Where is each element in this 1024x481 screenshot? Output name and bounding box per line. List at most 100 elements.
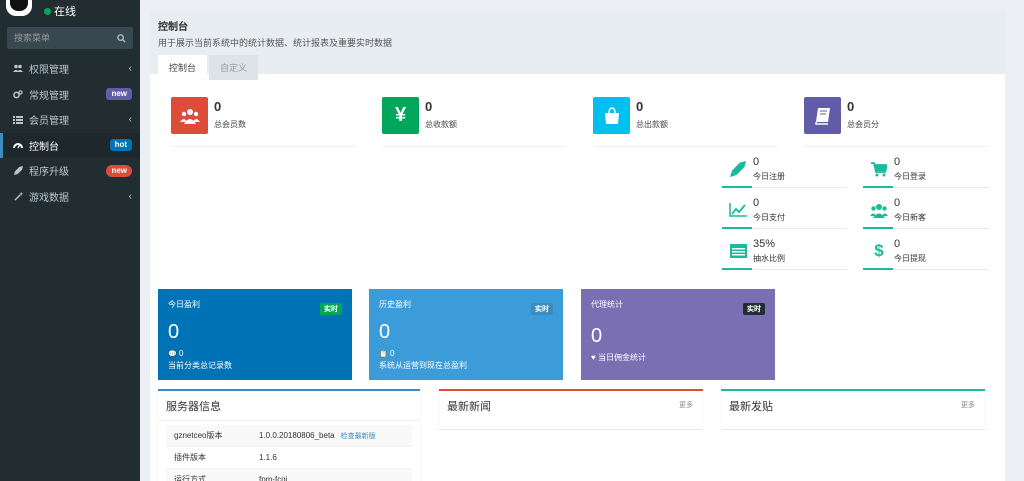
mini-value: 0 xyxy=(894,197,901,209)
infobox-value: 0 xyxy=(168,321,180,343)
search-input[interactable] xyxy=(14,33,104,43)
page-subtitle: 用于展示当前系统中的统计数据、统计报表及重要实时数据 xyxy=(158,38,393,48)
infobox-meta-value: 0 xyxy=(178,349,184,358)
chevron-left-icon: ‹ xyxy=(128,190,132,202)
sidebar-item-label: 常规管理 xyxy=(29,90,69,102)
realtime-badge: 实时 xyxy=(531,303,553,315)
sidebar-item-upgrade[interactable]: 程序升级 new xyxy=(0,158,140,184)
tabs: 控制台 自定义 xyxy=(158,55,997,80)
latest-news-title: 最新新闻 xyxy=(447,401,491,413)
mini-value: 0 xyxy=(753,197,760,209)
online-dot-icon xyxy=(44,7,51,15)
news-more-link[interactable]: 更多 xyxy=(679,400,693,410)
mini-rake-ratio: 35% 抽水比例 xyxy=(722,238,847,270)
infobox-desc: 系统从运营到现在总盈利 xyxy=(379,361,467,370)
sidebar-item-label: 程序升级 xyxy=(29,167,69,179)
tab-custom[interactable]: 自定义 xyxy=(209,55,259,80)
sidebar-item-label: 权限管理 xyxy=(29,65,69,77)
mini-label: 今日提现 xyxy=(894,254,926,263)
infobox-meta: 📋 0 xyxy=(379,349,394,358)
tab-dashboard[interactable]: 控制台 xyxy=(158,55,208,80)
mini-today-register: 0 今日注册 xyxy=(722,156,847,188)
mini-today-login: 0 今日登录 xyxy=(863,156,988,188)
check-update-link[interactable]: 检查最新版 xyxy=(341,431,376,441)
infobox-agent-stats: 代理统计 实时 0 ♥ 当日佣金统计 xyxy=(581,289,775,380)
stat-value: 0 xyxy=(425,99,433,114)
main-content: 控制台 用于展示当前系统中的统计数据、统计报表及重要实时数据 控制台 自定义 0… xyxy=(140,0,1024,481)
table-row: 插件版本 1.1.6 xyxy=(166,447,412,469)
infobox-today-profit: 今日盈利 实时 0 💬 0 当前分类总记录数 xyxy=(158,289,352,380)
server-info-box: 服务器信息 gznetceo版本 1.0.0.20180806_beta 检查最… xyxy=(158,389,420,481)
magic-icon xyxy=(12,191,24,201)
row-key: 插件版本 xyxy=(174,453,206,462)
table-icon xyxy=(728,242,748,260)
chevron-left-icon: ‹ xyxy=(128,63,132,75)
realtime-badge: 实时 xyxy=(743,303,765,315)
mini-label: 今日登录 xyxy=(894,172,926,181)
search-icon[interactable] xyxy=(117,33,126,43)
sidebar-menu: 权限管理 ‹ 常规管理 new 会员管理 ‹ 控制台 hot 程序升级 new … xyxy=(0,56,140,209)
dollar-icon: $ xyxy=(874,241,884,260)
cogs-icon xyxy=(12,90,24,99)
dashboard-icon xyxy=(12,141,24,149)
infobox-desc: 当前分类总记录数 xyxy=(168,361,232,370)
infobox-meta-value: 0 xyxy=(389,349,395,358)
sidebar-item-general[interactable]: 常规管理 new xyxy=(0,82,140,108)
infobox-value: 0 xyxy=(591,325,603,347)
chart-line-icon xyxy=(728,201,748,219)
page-title: 控制台 xyxy=(158,22,188,33)
user-panel: 在线 xyxy=(0,0,140,18)
infobox-meta: ♥ 当日佣金统计 xyxy=(591,352,646,363)
mini-label: 抽水比例 xyxy=(753,254,785,263)
mini-today-withdraw: $ 0 今日提现 xyxy=(863,238,988,270)
mini-today-payment: 0 今日支付 xyxy=(722,197,847,229)
stat-value: 0 xyxy=(214,99,222,114)
mini-value: 0 xyxy=(894,238,901,250)
server-info-title: 服务器信息 xyxy=(158,391,420,421)
stat-label: 总会员分 xyxy=(847,120,879,129)
table-row: 运行方式 fpm-fcgi xyxy=(166,469,412,481)
users-icon xyxy=(12,64,24,73)
sidebar-item-members[interactable]: 会员管理 ‹ xyxy=(0,107,140,133)
hot-badge: hot xyxy=(109,139,132,152)
dashboard-panel: 控制台 用于展示当前系统中的统计数据、统计报表及重要实时数据 控制台 自定义 0… xyxy=(150,10,1005,481)
group-icon xyxy=(171,97,208,134)
stat-total-points: 0 总会员分 xyxy=(804,97,989,147)
server-info-table: gznetceo版本 1.0.0.20180806_beta 检查最新版 插件版… xyxy=(158,421,420,481)
latest-posts-title: 最新发贴 xyxy=(729,401,773,413)
mini-label: 今日新客 xyxy=(894,213,926,222)
row-value: 1.1.6 xyxy=(259,453,277,462)
infobox-meta-value: 当日佣金统计 xyxy=(597,353,646,362)
avatar[interactable] xyxy=(6,0,32,16)
sidebar-item-game-data[interactable]: 游戏数据 ‹ xyxy=(0,184,140,210)
sidebar-item-dashboard[interactable]: 控制台 hot xyxy=(0,132,140,158)
mini-label: 今日支付 xyxy=(753,213,785,222)
stat-label: 总收款额 xyxy=(425,120,457,129)
list-icon xyxy=(12,115,24,124)
infobox-value: 0 xyxy=(379,321,391,343)
mini-label: 今日注册 xyxy=(753,172,785,181)
panel-header: 控制台 用于展示当前系统中的统计数据、统计报表及重要实时数据 控制台 自定义 xyxy=(150,10,1005,80)
posts-more-link[interactable]: 更多 xyxy=(961,400,975,410)
table-row: gznetceo版本 1.0.0.20180806_beta 检查最新版 xyxy=(166,425,412,447)
cart-icon xyxy=(869,160,889,178)
comment-icon: 💬 xyxy=(168,351,177,358)
sidebar-item-permissions[interactable]: 权限管理 ‹ xyxy=(0,56,140,82)
stat-total-paid: 0 总出款额 xyxy=(593,97,778,147)
mini-value: 35% xyxy=(753,238,776,250)
stat-value: 0 xyxy=(636,99,644,114)
stat-total-members: 0 总会员数 xyxy=(171,97,356,147)
row-key: gznetceo版本 xyxy=(174,431,223,440)
infobox-title: 历史盈利 xyxy=(379,300,411,309)
shopping-bag-icon xyxy=(593,97,630,134)
mini-value: 0 xyxy=(753,156,760,168)
row-value: fpm-fcgi xyxy=(259,475,288,481)
realtime-badge: 实时 xyxy=(320,303,342,315)
stat-total-received: ¥ 0 总收款额 xyxy=(382,97,567,147)
infobox-history-profit: 历史盈利 实时 0 📋 0 系统从运营到现在总盈利 xyxy=(369,289,563,380)
mini-today-new: 0 今日新客 xyxy=(863,197,988,229)
rocket-icon xyxy=(728,160,748,178)
infobox-meta: 💬 0 xyxy=(168,349,183,358)
row-key: 运行方式 xyxy=(174,475,206,481)
heart-icon: ♥ xyxy=(591,353,596,362)
